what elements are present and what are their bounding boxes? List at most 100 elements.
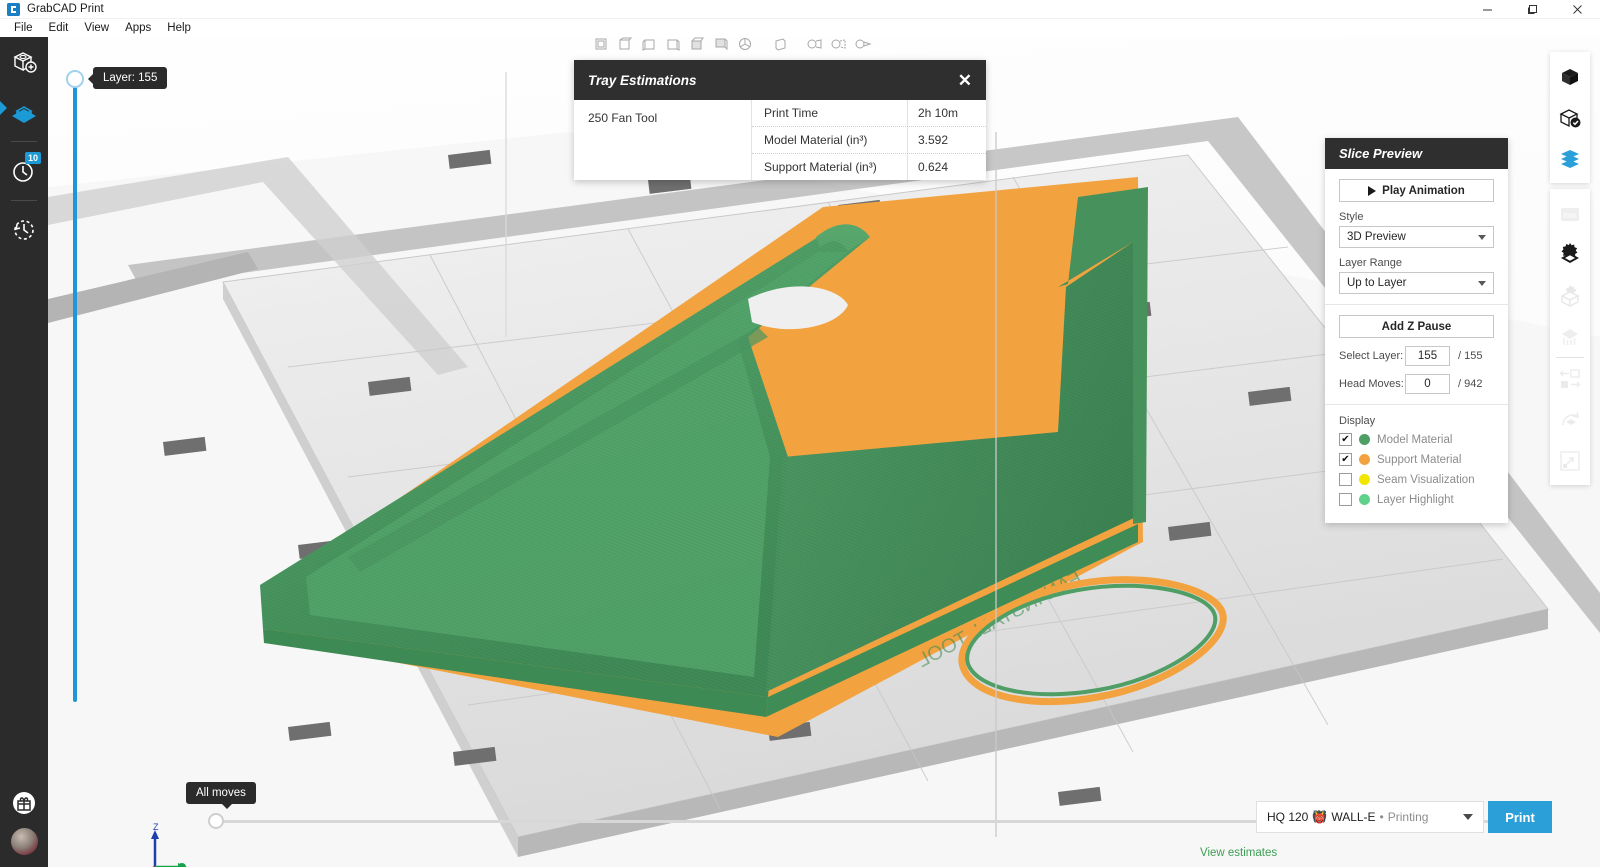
maximize-button[interactable] <box>1510 0 1555 19</box>
slice-preview-title: Slice Preview <box>1339 146 1423 161</box>
gift-icon[interactable] <box>0 778 48 828</box>
view-right-icon[interactable] <box>662 34 684 54</box>
camera-icon[interactable] <box>852 34 874 54</box>
tray-estimations-title: Tray Estimations <box>588 72 697 88</box>
checkbox[interactable] <box>1339 493 1352 506</box>
menu-apps[interactable]: Apps <box>117 21 159 35</box>
view-top-icon[interactable] <box>686 34 708 54</box>
app-root: GrabCAD Print File Edit View Apps Help F… <box>0 0 1600 867</box>
scale-icon[interactable] <box>1550 440 1590 481</box>
cube-check-icon[interactable] <box>1550 97 1590 138</box>
slice-layer-section: Add Z Pause Select Layer: / 155 Head Mov… <box>1325 305 1508 404</box>
right-toolbar-group-tools: mm <box>1550 189 1590 485</box>
chevron-down-icon <box>1478 234 1486 240</box>
orthographic-icon[interactable] <box>828 34 850 54</box>
axis-label-z: Z <box>153 822 159 832</box>
view-left-icon[interactable] <box>638 34 660 54</box>
view-front-icon[interactable] <box>590 34 612 54</box>
layer-range-label: Layer Range <box>1339 257 1402 269</box>
tray-estimations-body: 250 Fan Tool Print Time 2h 10m Model Mat… <box>574 100 986 180</box>
display-option-layer-highlight[interactable]: Layer Highlight <box>1339 493 1494 506</box>
head-moves-label: Head Moves: <box>1339 378 1404 390</box>
queue-badge: 10 <box>24 152 41 164</box>
view-estimates-link[interactable]: View estimates <box>1200 847 1277 859</box>
display-option-label: Seam Visualization <box>1377 473 1475 486</box>
slice-settings-icon[interactable] <box>1550 234 1590 275</box>
table-row: Model Material (in³) 3.592 <box>752 127 986 154</box>
moves-slider-handle[interactable] <box>208 813 224 829</box>
menu-view[interactable]: View <box>76 21 117 35</box>
print-button[interactable]: Print <box>1488 801 1552 833</box>
sidebar-item-tray-arrange[interactable] <box>0 87 48 137</box>
display-option-model-material[interactable]: ✔ Model Material <box>1339 433 1494 446</box>
moves-tooltip: All moves <box>186 782 256 809</box>
display-option-support-material[interactable]: ✔ Support Material <box>1339 453 1494 466</box>
checkbox[interactable] <box>1339 473 1352 486</box>
avatar[interactable] <box>10 828 38 855</box>
checkbox[interactable]: ✔ <box>1339 453 1352 466</box>
view-iso-icon[interactable] <box>734 34 756 54</box>
layer-slider-track[interactable] <box>66 70 84 702</box>
slice-preview-header: Slice Preview <box>1325 138 1508 169</box>
display-option-seam-visualization[interactable]: Seam Visualization <box>1339 473 1494 486</box>
close-icon[interactable]: ✕ <box>958 72 972 89</box>
left-toolbar: 10 <box>0 37 48 867</box>
sidebar-item-print-queue[interactable]: 10 <box>0 146 48 196</box>
play-icon <box>1368 185 1377 196</box>
estimation-value: 2h 10m <box>918 106 959 120</box>
menu-edit[interactable]: Edit <box>41 21 77 35</box>
solid-cube-icon[interactable] <box>1550 56 1590 97</box>
layer-slider-handle[interactable] <box>66 70 84 88</box>
color-swatch-highlight <box>1359 494 1370 505</box>
chevron-down-icon <box>1463 814 1473 820</box>
style-label: Style <box>1339 211 1364 223</box>
head-moves-input[interactable] <box>1405 374 1450 394</box>
view-bottom-icon[interactable] <box>710 34 732 54</box>
display-section: Display ✔ Model Material ✔ Support Mater… <box>1325 405 1508 523</box>
sidebar-item-add-model[interactable] <box>0 37 48 87</box>
style-select[interactable]: 3D Preview <box>1339 226 1494 248</box>
layer-range-select[interactable]: Up to Layer <box>1339 272 1494 294</box>
sidebar-item-print-history[interactable] <box>0 205 48 255</box>
units-mm-icon[interactable]: mm <box>1550 193 1590 234</box>
model-settings-icon[interactable] <box>1550 275 1590 316</box>
tray-estimations-panel: Tray Estimations ✕ 250 Fan Tool Print Ti… <box>574 60 986 180</box>
grabcad-logo-icon <box>7 2 20 16</box>
swap-arrows-icon[interactable] <box>1550 358 1590 399</box>
menu-help[interactable]: Help <box>159 21 199 35</box>
menu-file[interactable]: File <box>6 21 41 35</box>
table-row: Print Time 2h 10m <box>752 100 986 127</box>
support-settings-icon[interactable] <box>1550 316 1590 357</box>
select-layer-input[interactable] <box>1405 346 1450 366</box>
rail-divider-1 <box>11 141 37 142</box>
rotate-icon[interactable] <box>1550 399 1590 440</box>
close-button[interactable] <box>1555 0 1600 19</box>
svg-text:mm: mm <box>1563 211 1577 220</box>
add-z-pause-button[interactable]: Add Z Pause <box>1339 315 1494 338</box>
printer-selector[interactable]: HQ 120 👹 WALL-E • Printing <box>1256 801 1484 833</box>
view-back-icon[interactable] <box>614 34 636 54</box>
estimation-value: 3.592 <box>918 133 949 147</box>
play-animation-label: Play Animation <box>1382 184 1465 197</box>
estimation-key: Support Material (in³) <box>752 154 908 180</box>
display-option-label: Model Material <box>1377 433 1453 446</box>
play-animation-button[interactable]: Play Animation <box>1339 179 1494 202</box>
minimize-button[interactable] <box>1465 0 1510 19</box>
display-option-label: Layer Highlight <box>1377 493 1454 506</box>
view-home-icon[interactable] <box>769 34 791 54</box>
display-option-label: Support Material <box>1377 453 1462 466</box>
window-controls <box>1465 0 1600 19</box>
active-indicator <box>0 101 7 115</box>
right-toolbar: mm <box>1550 52 1590 485</box>
layer-tooltip: Layer: 155 <box>87 67 168 89</box>
checkbox[interactable]: ✔ <box>1339 433 1352 446</box>
perspective-icon[interactable] <box>804 34 826 54</box>
estimation-key: Model Material (in³) <box>752 127 908 153</box>
slice-preview-panel: Slice Preview Play Animation Style 3D Pr… <box>1325 138 1508 523</box>
layers-icon[interactable] <box>1550 138 1590 179</box>
head-moves-row: Head Moves: / 942 <box>1339 374 1494 394</box>
select-layer-row: Select Layer: / 155 <box>1339 346 1494 366</box>
window-title: GrabCAD Print <box>27 3 104 15</box>
head-moves-total: / 942 <box>1458 378 1483 390</box>
estimation-value: 0.624 <box>918 160 949 174</box>
